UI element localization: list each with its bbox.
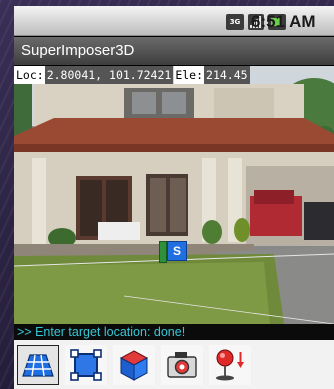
target-marker[interactable]: S bbox=[159, 241, 187, 263]
console-message: >> Enter target location: done! bbox=[17, 325, 186, 339]
location-readout: Loc: 2.80041, 101.72421 Ele: 214.45 bbox=[14, 66, 334, 84]
select-square-button[interactable] bbox=[65, 344, 107, 385]
snapshot-button[interactable] bbox=[161, 344, 203, 385]
grid-plane-icon bbox=[22, 353, 54, 377]
ele-label: Ele: bbox=[174, 66, 205, 84]
marker-blue-block: S bbox=[167, 241, 187, 261]
place-pin-button[interactable] bbox=[209, 344, 251, 385]
app-title-bar: SuperImposer3D bbox=[14, 37, 334, 65]
phone-screen: 3G 6:51 AM SuperImposer3D Loc: 2.80041, … bbox=[14, 6, 334, 389]
3g-icon: 3G bbox=[226, 14, 244, 30]
loc-label: Loc: bbox=[14, 66, 45, 84]
elevation-value: 214.45 bbox=[204, 66, 250, 84]
place-pin-icon bbox=[216, 349, 244, 380]
tool-bar bbox=[14, 340, 334, 389]
camera-view[interactable]: Loc: 2.80041, 101.72421 Ele: 214.45 S bbox=[14, 66, 334, 324]
loc-coordinates: 2.80041, 101.72421 bbox=[44, 66, 174, 84]
status-bar: 3G 6:51 AM bbox=[14, 6, 334, 36]
status-time: 6:51 AM bbox=[251, 12, 316, 31]
cube-icon bbox=[119, 349, 149, 381]
camera-snapshot-icon bbox=[167, 351, 197, 378]
marker-green-block bbox=[159, 241, 167, 263]
console-status: >> Enter target location: done! bbox=[14, 324, 334, 340]
app-title: SuperImposer3D bbox=[21, 42, 135, 59]
grid-plane-button[interactable] bbox=[17, 344, 59, 385]
cube-button[interactable] bbox=[113, 344, 155, 385]
camera-scene-image bbox=[14, 66, 334, 324]
select-square-icon bbox=[70, 348, 102, 381]
